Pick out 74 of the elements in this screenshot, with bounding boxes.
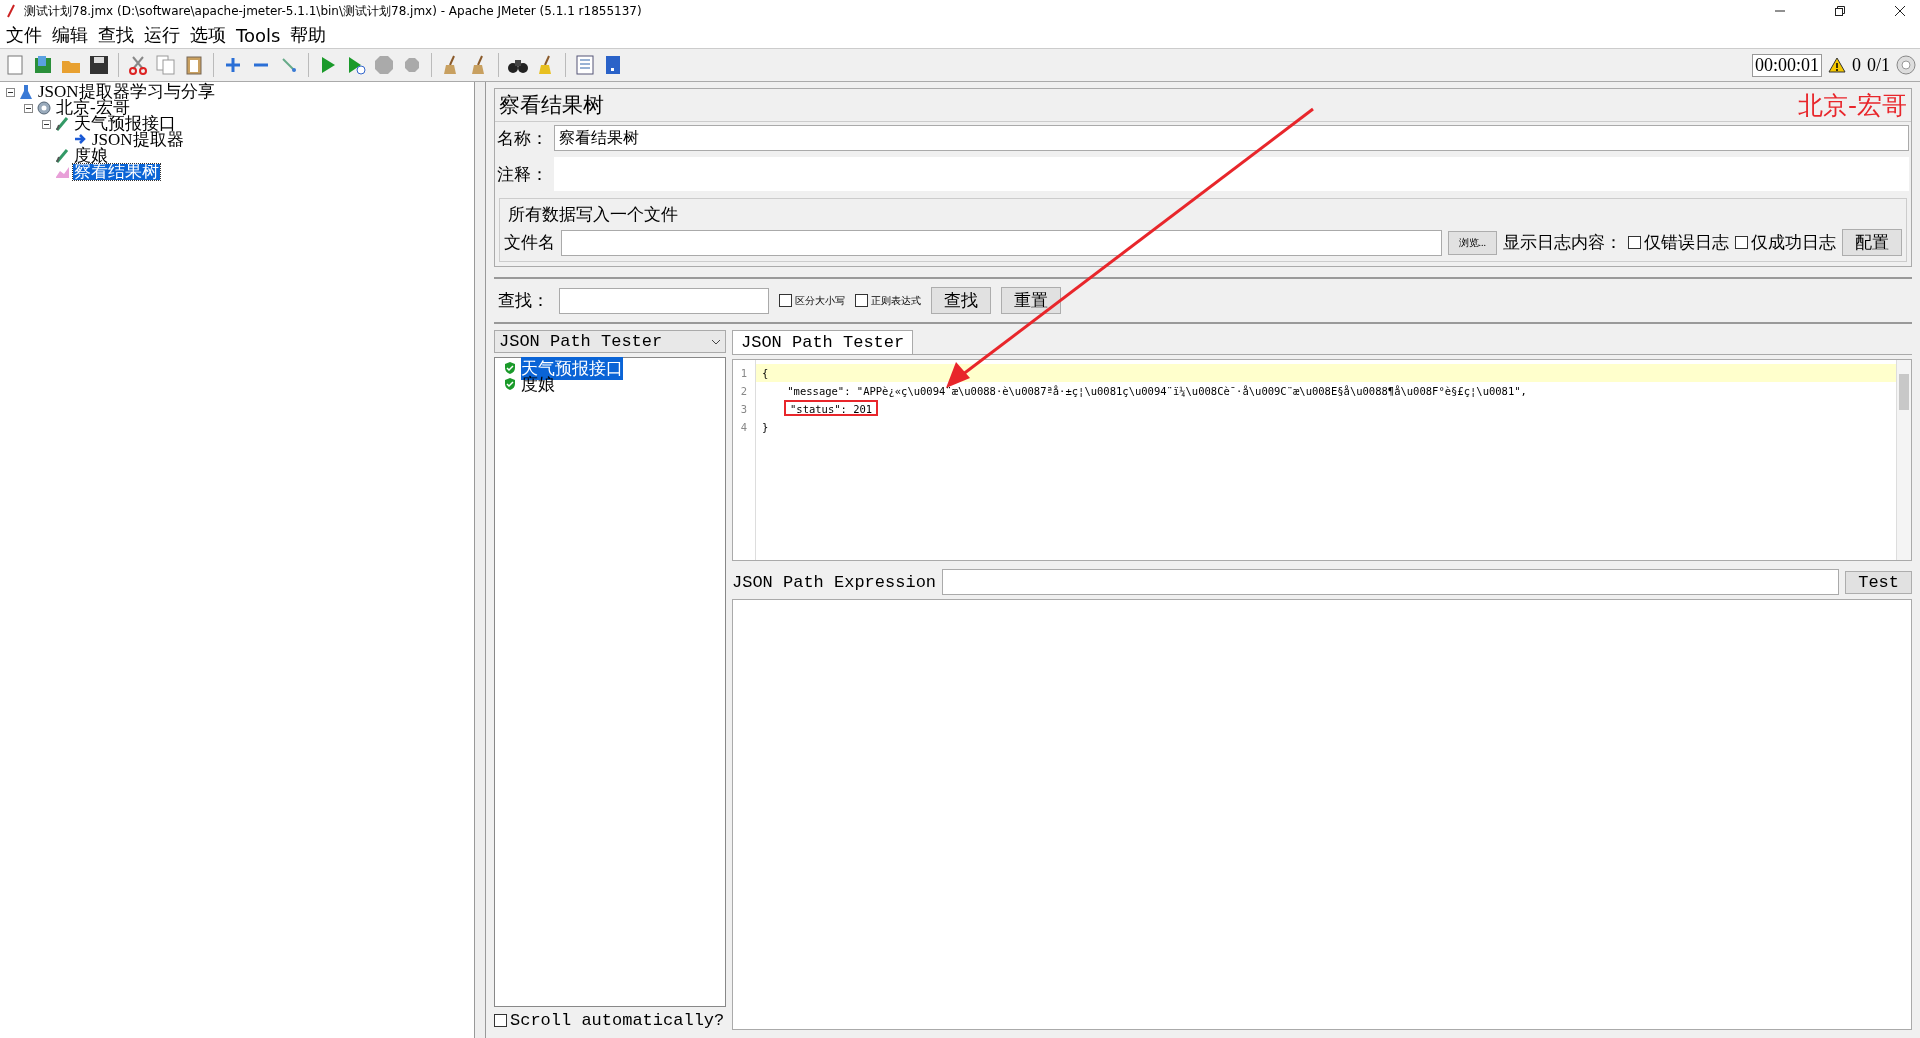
tree-item[interactable]: 天气预报接口 [73,116,177,132]
clipboard-icon[interactable] [183,54,205,76]
book-icon[interactable] [32,54,54,76]
log-display-label: 显示日志内容： [1503,232,1622,254]
section-legend: 所有数据写入一个文件 [502,203,1904,226]
browse-button[interactable]: 浏览... [1447,230,1497,255]
configure-button[interactable]: 配置 [1842,229,1902,256]
sampler-icon [54,147,70,165]
tree-item[interactable]: 北京-宏哥 [55,100,131,116]
test-button[interactable]: Test [1845,570,1912,594]
shield-check-icon [503,377,517,391]
scissors-icon[interactable] [127,54,149,76]
log-checkbox[interactable]: 仅错误日志 [1628,231,1729,254]
name-field[interactable]: 察看结果树 [554,125,1909,151]
menu-item[interactable]: 帮助 [290,23,327,47]
code-line: { [761,366,770,380]
line-number: 2 [739,384,749,399]
search-option-checkbox[interactable]: 区分大小写 [779,293,845,308]
plan-icon [18,83,34,101]
author-label: 北京-宏哥 [1797,89,1907,122]
panel-title: 察看结果树 [499,92,604,119]
collapse-toggle-icon[interactable] [42,119,51,129]
elapsed-time: 00:00:01 [1751,53,1822,77]
pane-splitter[interactable] [474,82,486,1038]
window-title: 测试计划78.jmx (D:\software\apache-jmeter-5.1.1\bin\测试计划78.jmx) - Apache JMeter (5.1.1 r1855137) [24,2,642,20]
tree-item[interactable]: 察看结果树 [73,164,160,180]
search-label: 查找： [498,290,549,312]
menu-item[interactable]: 查找 [98,23,134,47]
comment-label: 注释： [497,163,548,186]
expression-field[interactable] [942,569,1840,595]
thread-group-icon [36,99,52,117]
feather-icon [6,4,16,18]
find-button[interactable]: 查找 [931,287,991,314]
document-icon[interactable] [4,54,26,76]
caret-icon[interactable] [711,338,721,345]
tree-item[interactable]: JSON提取器学习与分享 [37,84,216,100]
collapse-toggle-icon[interactable] [6,87,15,97]
menu-item[interactable]: 选项 [190,23,226,47]
line-number: 3 [739,402,749,417]
reset-button[interactable]: 重置 [1001,287,1061,314]
menu-item[interactable]: 编辑 [52,23,88,47]
sampler-icon [54,115,70,133]
menu-item[interactable]: 文件 [6,23,42,47]
search-option-checkbox[interactable]: 正则表达式 [855,293,921,308]
warning-icon[interactable] [1828,57,1846,73]
line-number: 4 [739,420,749,435]
name-label: 名称： [497,127,548,150]
tree-item[interactable]: JSON提取器 [91,132,185,148]
scrollbar[interactable] [1896,360,1911,560]
menu-item[interactable]: 运行 [144,23,180,47]
scroll-checkbox[interactable]: Scroll automatically? [494,1011,726,1030]
warning-count: 0 [1852,54,1861,76]
expression-label: JSON Path Expression [732,572,937,592]
renderer-dropdown[interactable]: JSON Path Tester [494,330,726,353]
code-line: } [761,420,770,434]
shield-check-icon [503,361,517,375]
menu-item[interactable]: Tools [236,24,281,46]
line-number: 1 [739,366,749,381]
thread-count: 0/1 [1867,54,1890,76]
search-field[interactable] [559,287,769,314]
filename-label: 文件名 [504,232,555,254]
tree-item[interactable]: 度娘 [73,148,109,164]
tab[interactable]: JSON Path Tester [732,330,914,354]
comment-field[interactable] [554,157,1909,191]
collapse-toggle-icon[interactable] [24,103,33,113]
log-checkbox[interactable]: 仅成功日志 [1735,231,1836,254]
restore-icon[interactable] [1834,5,1846,17]
close-icon[interactable] [1894,5,1906,17]
copies-icon[interactable] [155,54,177,76]
octagon-icon[interactable] [373,54,395,76]
list-icon[interactable] [574,54,596,76]
code-line: "message": "APPè¿«ç\u0094¨æ\u0088·è\u0087ªå·±ç¦\u0081ç\u0094¨ï¼\u008Cè¯·å\u009C¨æ\u008E§å\u0088¶å\u008F°è§£ç¦\u0081", [786,384,1528,398]
filename-field[interactable] [561,229,1442,256]
remote-icon[interactable] [1896,55,1916,75]
